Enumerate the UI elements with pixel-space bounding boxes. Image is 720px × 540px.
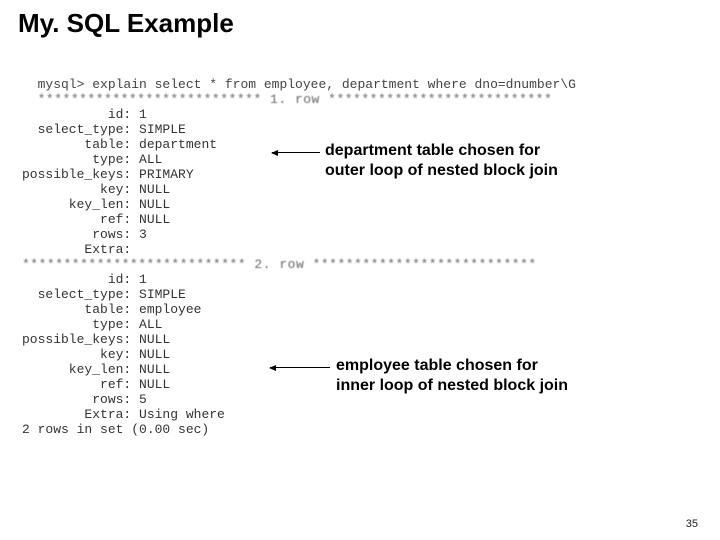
row-header-2: *************************** 2. row *****…: [22, 257, 537, 272]
query-line: mysql> explain select * from employee, d…: [38, 77, 576, 92]
annotation-department: department table chosen for outer loop o…: [325, 141, 645, 181]
page-number: 35: [686, 518, 698, 530]
page-title: My. SQL Example: [18, 8, 234, 39]
footer-line: 2 rows in set (0.00 sec): [22, 422, 209, 437]
arrow-left-icon: [270, 367, 330, 368]
annotation-employee: employee table chosen for inner loop of …: [336, 356, 656, 396]
arrow-left-icon: [272, 152, 320, 153]
row-header-1: *************************** 1. row *****…: [38, 92, 553, 107]
